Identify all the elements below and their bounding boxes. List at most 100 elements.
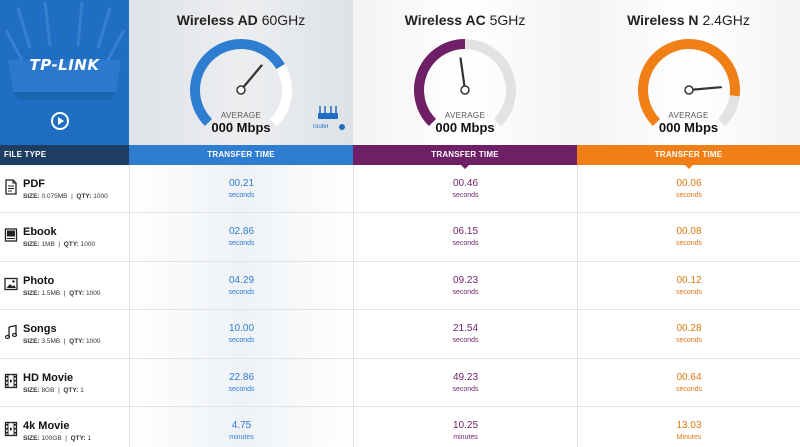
play-icon[interactable]	[51, 112, 69, 130]
size-label: SIZE:	[23, 241, 40, 249]
transfer-time-cell-n: 00.12 seconds	[577, 261, 800, 310]
column-header-bar: FILE TYPE TRANSFER TIME TRANSFER TIME TR…	[0, 145, 800, 169]
header: TP-LINK Wireless AD 60GHz AVERAGE 000 Mb…	[0, 0, 800, 145]
transfer-time-value: 00.08	[676, 226, 702, 238]
column-header-ac: TRANSFER TIME	[353, 145, 577, 169]
file-type-cell: 4k Movie SIZE: 100GB | QTY: 1	[0, 407, 129, 447]
pdf-file-icon	[5, 179, 17, 195]
gauge-band: 5GHz	[489, 12, 526, 28]
column-header-ad: TRANSFER TIME	[129, 145, 353, 169]
qty-label: QTY:	[70, 434, 86, 442]
file-type-name: Photo	[23, 274, 55, 287]
transfer-time-unit: seconds	[452, 240, 479, 248]
transfer-time-unit: minutes	[229, 433, 254, 441]
size-label: SIZE:	[23, 289, 40, 297]
gauge-needle	[239, 64, 263, 92]
transfer-time-unit: seconds	[228, 192, 255, 199]
average-label: AVERAGE	[668, 111, 709, 120]
gauge-hub	[236, 85, 246, 95]
gauge-name: Wireless N	[627, 12, 699, 28]
transfer-time-unit: Minutes	[676, 433, 702, 441]
file-type-name: Ebook	[23, 226, 57, 239]
file-type-cell: Songs SIZE: 3.5MB | QTY: 1000	[0, 310, 129, 357]
transfer-time-cell-n: 00.06 seconds	[577, 165, 800, 213]
gauge-needle	[459, 57, 467, 92]
gauge-hub	[683, 85, 694, 95]
transfer-time-value: 49.23	[452, 371, 479, 383]
transfer-time-cell-ad: 22.86 seconds	[129, 358, 353, 406]
transfer-time-value: 00.21	[228, 178, 255, 189]
size-value: 1.5MB	[41, 289, 61, 297]
size-value: 8GB	[41, 386, 55, 394]
qty-value: 1000	[80, 241, 96, 249]
gauge-panel-ad: Wireless AD 60GHz AVERAGE 000 Mbps route…	[129, 0, 353, 145]
qty-label: QTY:	[63, 241, 79, 249]
router-toggle[interactable]: router	[313, 106, 345, 134]
transfer-time-cell-ac: 06.15 seconds	[353, 213, 577, 261]
transfer-time-value: 22.86	[228, 371, 255, 383]
transfer-time-cell-ad: 04.29 seconds	[129, 261, 353, 310]
transfer-time-value: 21.54	[452, 323, 479, 335]
file-type-cell: Ebook SIZE: 1MB | QTY: 1000	[0, 213, 129, 260]
transfer-time-cell-ac: 00.46 seconds	[353, 165, 577, 213]
film-icon	[4, 373, 18, 388]
file-type-meta: SIZE: 8GB | QTY: 1	[23, 386, 84, 394]
transfer-time-unit: seconds	[452, 337, 479, 345]
column-header-n: TRANSFER TIME	[577, 145, 800, 169]
gauge-panel-ac: Wireless AC 5GHz AVERAGE 000 Mbps	[353, 0, 577, 145]
table-row: PDF SIZE: 0.075MB | QTY: 1000 00.21 seconds…	[0, 165, 800, 214]
column-header-file-type: FILE TYPE	[0, 145, 129, 165]
transfer-time-unit: seconds	[452, 385, 479, 393]
file-type-cell: Photo SIZE: 1.5MB | QTY: 1000	[0, 262, 129, 309]
qty-value: 1	[80, 386, 84, 394]
tp-link-logo: TP-LINK	[29, 56, 100, 74]
transfer-time-value: 10.25	[452, 419, 479, 431]
router-status-dot	[339, 124, 345, 130]
transfer-time-unit: minutes	[453, 433, 478, 441]
transfer-time-cell-n: 00.08 seconds	[577, 213, 800, 261]
qty-value: 1	[87, 434, 92, 442]
transfer-time-unit: seconds	[228, 288, 255, 296]
transfer-time-cell-n: 13.03 Minutes	[577, 406, 800, 447]
transfer-time-value: 10.00	[228, 323, 255, 335]
qty-label: QTY:	[69, 338, 85, 346]
ebook-icon	[4, 228, 18, 243]
transfer-time-unit: seconds	[228, 385, 255, 393]
size-label: SIZE:	[23, 338, 40, 346]
file-type-meta: SIZE: 0.075MB | QTY: 1000	[23, 193, 108, 200]
gauge-title: Wireless AD 60GHz	[129, 12, 353, 28]
transfer-time-value: 00.64	[676, 371, 702, 383]
file-type-cell: PDF SIZE: 0.075MB | QTY: 1000	[0, 165, 129, 212]
transfer-time-cell-ac: 10.25 minutes	[353, 406, 577, 447]
gauge-name: Wireless AC	[404, 12, 486, 28]
transfer-time-cell-ad: 00.21 seconds	[129, 165, 353, 213]
table-row: 4k Movie SIZE: 100GB | QTY: 1 4.75 minutes 1…	[0, 406, 800, 447]
music-note-icon	[4, 324, 18, 340]
file-type-name: HD Movie	[23, 371, 74, 384]
transfer-time-cell-n: 00.64 seconds	[577, 358, 800, 406]
file-type-name: PDF	[23, 178, 45, 190]
gauge-band: 60GHz	[261, 12, 306, 28]
transfer-time-value: 4.75	[231, 419, 252, 431]
transfer-time-unit: seconds	[675, 385, 703, 393]
gauge-band: 2.4GHz	[702, 12, 750, 28]
photo-icon	[4, 277, 18, 290]
gauge-name: Wireless AD	[176, 12, 258, 28]
transfer-time-cell-ad: 10.00 seconds	[129, 310, 353, 358]
gauge-panel-n: Wireless N 2.4GHz AVERAGE 000 Mbps	[577, 0, 800, 145]
average-label: AVERAGE	[444, 111, 486, 120]
router-label: router	[313, 124, 329, 130]
transfer-time-cell-ac: 49.23 seconds	[353, 358, 577, 406]
transfer-time-value: 04.29	[228, 274, 255, 286]
file-type-meta: SIZE: 3.5MB | QTY: 1000	[23, 338, 101, 346]
transfer-time-value: 00.28	[676, 323, 702, 335]
transfer-time-cell-ac: 21.54 seconds	[353, 310, 577, 358]
transfer-time-value: 00.12	[676, 274, 702, 286]
size-label: SIZE:	[23, 193, 40, 200]
file-type-meta: SIZE: 1.5MB | QTY: 1000	[23, 289, 101, 297]
transfer-time-value: 00.46	[452, 178, 479, 189]
transfer-time-unit: seconds	[675, 192, 703, 199]
qty-label: QTY:	[63, 386, 79, 394]
transfer-time-unit: seconds	[452, 288, 479, 296]
table-row: Songs SIZE: 3.5MB | QTY: 1000 10.00 seconds…	[0, 310, 800, 359]
